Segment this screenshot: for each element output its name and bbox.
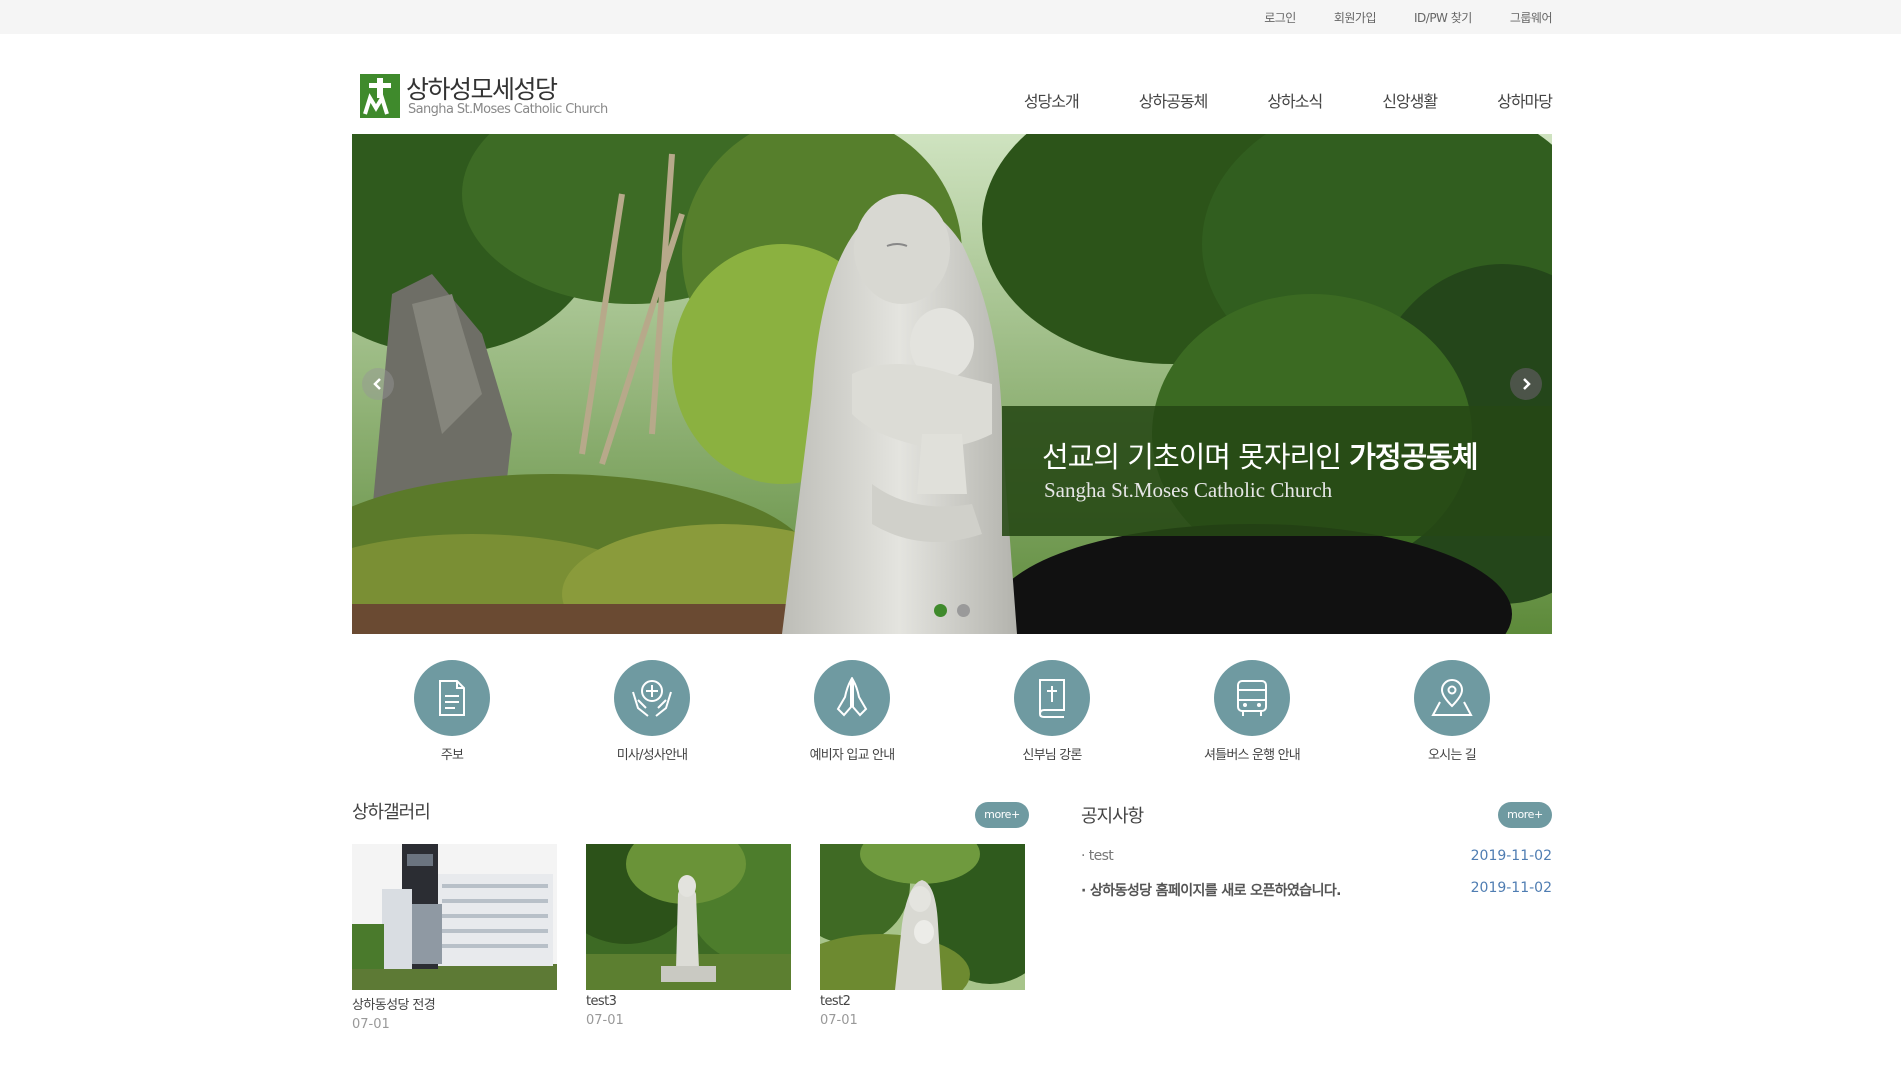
chevron-right-icon <box>1523 378 1531 390</box>
notice-item-title: · test <box>1081 848 1114 864</box>
nav-item-about[interactable]: 성당소개 <box>1024 88 1080 112</box>
gallery-thumbnail <box>352 844 557 990</box>
quick-link-circle <box>414 660 490 736</box>
notice-item[interactable]: · 상하동성당 홈페이지를 새로 오픈하였습니다. 2019-11-02 <box>1081 876 1552 908</box>
quick-link-catechumen[interactable]: 예비자 입교 안내 <box>752 660 952 763</box>
slider-dot-2[interactable] <box>957 604 970 617</box>
gallery-item-date: 07-01 <box>586 1013 624 1028</box>
quick-link-mass-sacrament[interactable]: 미사/성사안내 <box>552 660 752 763</box>
quick-links: 주보 미사/성사안내 예비자 입교 안내 신부님 강론 셔틀버스 운행 안내 오… <box>352 660 1552 765</box>
nav-item-plaza[interactable]: 상하마당 <box>1497 88 1553 112</box>
notice-item[interactable]: · test 2019-11-02 <box>1081 844 1552 876</box>
hero-slider[interactable]: 선교의 기초이며 못자리인 가정공동체 Sangha St.Moses Cath… <box>352 134 1552 634</box>
notice-item-date: 2019-11-02 <box>1470 880 1552 896</box>
chevron-left-icon <box>373 378 381 390</box>
quick-link-circle <box>814 660 890 736</box>
quick-link-circle <box>1014 660 1090 736</box>
hands-cross-icon <box>632 680 672 717</box>
gallery-thumbnail <box>820 844 1025 990</box>
quick-link-label: 신부님 강론 <box>1022 748 1082 763</box>
notice-more-button[interactable]: more+ <box>1498 802 1552 828</box>
document-icon <box>439 680 465 716</box>
site-logo[interactable]: 상하성모세성당 Sangha St.Moses Catholic Church <box>360 70 620 120</box>
notice-item-title: · 상하동성당 홈페이지를 새로 오픈하였습니다. <box>1081 883 1341 899</box>
quick-link-circle <box>1414 660 1490 736</box>
main-navigation: 성당소개 상하공동체 상하소식 신앙생활 상하마당 <box>964 88 1553 112</box>
gallery-item-title: test2 <box>820 994 851 1009</box>
bible-icon <box>1039 679 1065 718</box>
quick-link-circle <box>614 660 690 736</box>
slider-prev-button[interactable] <box>362 368 394 400</box>
quick-link-bulletin[interactable]: 주보 <box>352 660 552 763</box>
gallery-more-button[interactable]: more+ <box>975 802 1029 828</box>
quick-link-shuttle-bus[interactable]: 셔틀버스 운행 안내 <box>1152 660 1352 763</box>
quick-link-directions[interactable]: 오시는 길 <box>1352 660 1552 763</box>
logo-name: 상하성모세성당 <box>406 75 558 104</box>
quick-link-label: 주보 <box>440 748 464 763</box>
quick-link-label: 예비자 입교 안내 <box>809 748 896 763</box>
gallery-item-title: 상하동성당 전경 <box>352 998 436 1013</box>
bus-icon <box>1237 680 1267 716</box>
map-pin-icon <box>1431 679 1473 716</box>
gallery-item[interactable]: 상하동성당 전경 07-01 <box>352 844 557 1032</box>
hero-image <box>352 134 1552 634</box>
notice-title: 공지사항 <box>1081 806 1144 827</box>
nav-item-faith-life[interactable]: 신앙생활 <box>1382 88 1438 112</box>
hero-caption-main: 선교의 기초이며 못자리인 <box>1042 440 1350 474</box>
slider-next-button[interactable] <box>1510 368 1542 400</box>
login-link[interactable]: 로그인 <box>1264 9 1296 26</box>
church-logo-icon <box>360 74 400 118</box>
hero-caption-highlight: 가정공동체 <box>1349 440 1478 474</box>
quick-link-circle <box>1214 660 1290 736</box>
logo-subtitle: Sangha St.Moses Catholic Church <box>408 102 608 117</box>
quick-link-homily[interactable]: 신부님 강론 <box>952 660 1152 763</box>
gallery-title: 상하갤러리 <box>352 802 431 823</box>
praying-hands-icon <box>836 677 868 717</box>
slider-dot-1[interactable] <box>934 604 947 617</box>
gallery-thumbnail <box>586 844 791 990</box>
notice-item-date: 2019-11-02 <box>1470 848 1552 864</box>
find-id-pw-link[interactable]: ID/PW 찾기 <box>1414 9 1472 26</box>
quick-link-label: 셔틀버스 운행 안내 <box>1204 748 1301 763</box>
signup-link[interactable]: 회원가입 <box>1334 9 1377 26</box>
gallery-item-date: 07-01 <box>352 1017 390 1032</box>
utility-links: 로그인 회원가입 ID/PW 찾기 그룹웨어 <box>1264 0 1552 34</box>
notice-list: · test 2019-11-02 · 상하동성당 홈페이지를 새로 오픈하였습… <box>1081 844 1552 908</box>
gallery-item-title: test3 <box>586 994 617 1009</box>
hero-caption-title: 선교의 기초이며 못자리인 가정공동체 <box>1042 434 1479 476</box>
notice-section: 공지사항 more+ · test 2019-11-02 · 상하동성당 홈페이… <box>1081 802 1552 922</box>
quick-link-label: 미사/성사안내 <box>616 748 688 763</box>
top-utility-bar: 로그인 회원가입 ID/PW 찾기 그룹웨어 <box>0 0 1901 34</box>
gallery-item-date: 07-01 <box>820 1013 858 1028</box>
groupware-link[interactable]: 그룹웨어 <box>1510 9 1553 26</box>
slider-pagination <box>934 604 970 617</box>
nav-item-news[interactable]: 상하소식 <box>1267 88 1323 112</box>
nav-item-community[interactable]: 상하공동체 <box>1139 88 1209 112</box>
gallery-section: 상하갤러리 more+ 상하동성당 전경 07-01 test3 07-01 t… <box>352 798 1029 1038</box>
gallery-item[interactable]: test3 07-01 <box>586 844 791 1028</box>
hero-caption-subtitle: Sangha St.Moses Catholic Church <box>1044 478 1333 502</box>
hero-caption: 선교의 기초이며 못자리인 가정공동체 Sangha St.Moses Cath… <box>1002 406 1552 536</box>
gallery-item[interactable]: test2 07-01 <box>820 844 1025 1028</box>
quick-link-label: 오시는 길 <box>1428 748 1477 763</box>
